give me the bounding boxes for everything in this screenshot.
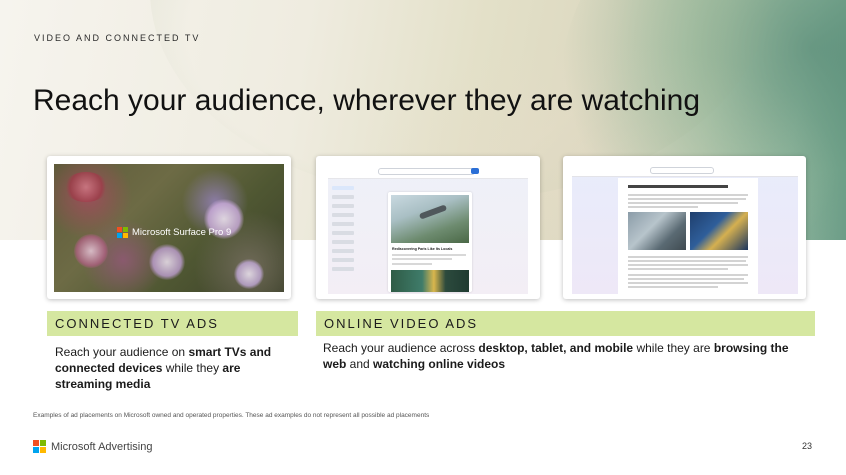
mock-feed-card: Rediscovering Paris Like Its Locals: [388, 192, 472, 292]
footer-brand-name: Microsoft Advertising: [51, 440, 153, 453]
ctv-video-frame: Microsoft Surface Pro 9: [54, 164, 284, 292]
mock-search-button: [471, 168, 479, 174]
mock-search-bar: [650, 167, 714, 174]
page-title: Reach your audience, wherever they are w…: [33, 84, 701, 117]
disclaimer-footnote: Examples of ad placements on Microsoft o…: [33, 412, 430, 419]
microsoft-logo-icon: [117, 227, 128, 238]
ctv-ads-label: CONNECTED TV ADS: [55, 316, 219, 331]
article-image-video: [690, 212, 748, 250]
article-body: [618, 178, 758, 294]
browser-mockup: Rediscovering Paris Like Its Locals: [328, 164, 528, 294]
online-video-ads-description: Reach your audience across desktop, tabl…: [323, 341, 789, 371]
feed-video-thumbnail: [391, 195, 469, 243]
online-feed-ad-example-card: Rediscovering Paris Like Its Locals: [316, 156, 540, 299]
video-brand-name: Microsoft Surface Pro 9: [132, 227, 232, 238]
browser-header: [328, 164, 528, 179]
article-header: [572, 164, 798, 177]
article-mockup: [572, 164, 798, 294]
feed-second-thumbnail: [391, 270, 469, 292]
microsoft-logo-icon: [33, 440, 46, 453]
mock-search-bar: [378, 168, 475, 175]
video-brand-overlay: Microsoft Surface Pro 9: [117, 227, 231, 238]
section-eyebrow: VIDEO AND CONNECTED TV: [34, 33, 201, 43]
page-number: 23: [802, 441, 813, 451]
online-video-ads-band: ONLINE VIDEO ADS: [316, 311, 815, 336]
online-video-ads-label: ONLINE VIDEO ADS: [324, 316, 479, 331]
online-article-ad-example-card: [563, 156, 806, 299]
footer-brand: Microsoft Advertising: [33, 440, 152, 453]
article-image-office: [628, 212, 686, 250]
mock-sidebar: [332, 186, 354, 276]
feed-article-title: Rediscovering Paris Like Its Locals: [392, 247, 453, 251]
article-headline-bar: [628, 185, 728, 188]
ctv-ad-example-card: Microsoft Surface Pro 9: [47, 156, 291, 299]
ctv-ads-band: CONNECTED TV ADS: [47, 311, 298, 336]
ctv-ads-description: Reach your audience on smart TVs and con…: [55, 345, 272, 391]
